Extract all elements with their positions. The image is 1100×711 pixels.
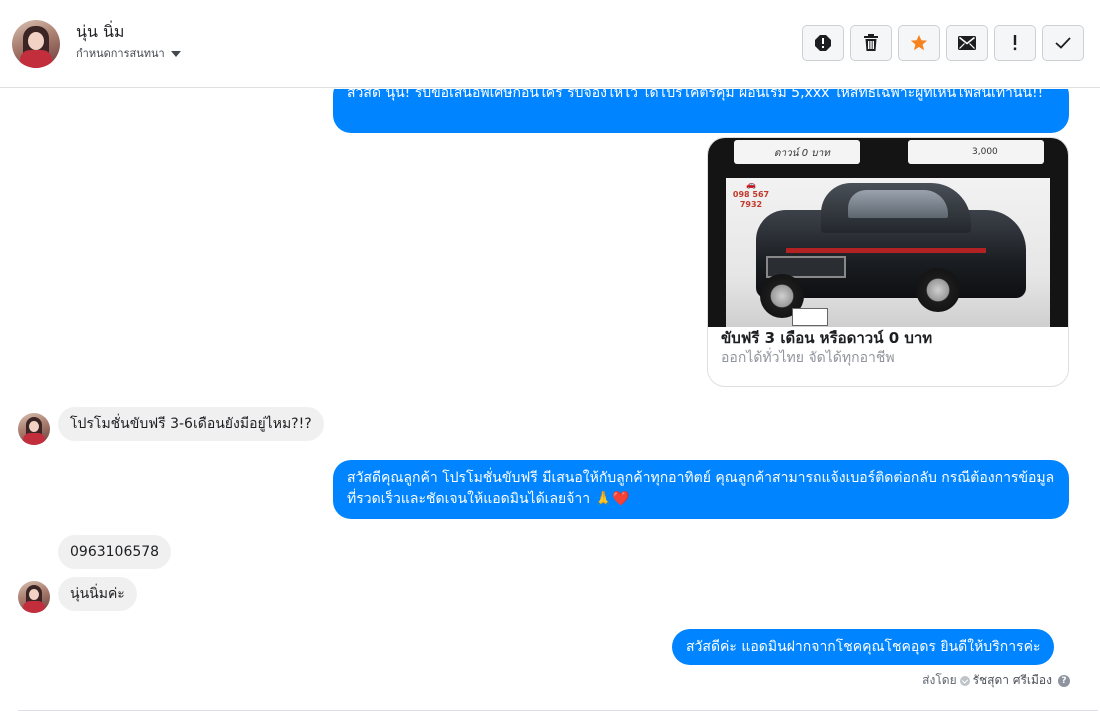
outgoing-message: สวัสดีค่ะ แอดมินฝากจากโชคคุณโชคอุดร ยินด… xyxy=(672,629,1055,665)
rear-wheel-shape xyxy=(916,268,960,312)
sent-by-info: ส่งโดย รัชสุดา ศรีเมือง ? xyxy=(922,671,1070,690)
ad-card-subtitle: ออกได้ทั่วไทย จัดได้ทุกอาชีพ xyxy=(721,350,895,366)
mark-unread-button[interactable] xyxy=(946,25,988,61)
star-button[interactable] xyxy=(898,25,940,61)
delete-button[interactable] xyxy=(850,25,892,61)
message-thread[interactable]: สวัสดี นุ่น! รับข้อเสนอพิเศษก่อนใคร รับจ… xyxy=(0,89,1100,711)
sender-name: รัชสุดา ศรีเมือง xyxy=(972,673,1052,687)
incoming-message-phone: 0963106578 xyxy=(58,535,172,569)
checkmark-icon xyxy=(1055,37,1071,49)
mark-spam-button[interactable] xyxy=(802,25,844,61)
exclamation-icon xyxy=(1013,35,1017,51)
contact-avatar-small[interactable] xyxy=(18,581,50,613)
conversation-header: นุ่น นิ่ม กำหนดการสนทนา xyxy=(0,0,1100,88)
ad-card[interactable]: ดาวน์ 0 บาท 3,000 🚗 098 567 7932 ขับฟรี 3… xyxy=(707,137,1069,387)
sent-by-label: ส่งโดย xyxy=(922,673,957,687)
image-phone-number: 098 567 7932 xyxy=(732,190,770,209)
conversation-actions xyxy=(802,25,1084,61)
ad-card-title: ขับฟรี 3 เดือน หรือดาวน์ 0 บาท xyxy=(721,329,933,347)
ad-card-image[interactable]: ดาวน์ 0 บาท 3,000 🚗 098 567 7932 xyxy=(708,138,1068,327)
license-plate-shape xyxy=(792,308,828,326)
truck-window-shape xyxy=(848,190,948,218)
caret-down-icon xyxy=(170,51,181,57)
contact-avatar[interactable] xyxy=(12,20,60,68)
pickup-truck-photo: 🚗 098 567 7932 xyxy=(726,178,1050,327)
help-icon[interactable]: ? xyxy=(1058,674,1070,687)
contact-avatar-small[interactable] xyxy=(18,413,50,445)
image-tag-price: 3,000 xyxy=(908,140,1044,164)
report-spam-icon xyxy=(815,35,831,51)
sent-check-icon xyxy=(959,675,970,686)
trash-icon xyxy=(864,34,878,51)
incoming-message: นุ่นนิ่มค่ะ xyxy=(58,577,137,611)
assign-conversation-label: กำหนดการสนทนา xyxy=(76,47,165,60)
contact-name[interactable]: นุ่น นิ่ม xyxy=(76,20,124,45)
star-icon xyxy=(910,34,928,51)
truck-stripe-shape xyxy=(786,248,986,253)
assign-conversation-dropdown[interactable]: กำหนดการสนทนา xyxy=(76,44,181,62)
incoming-message: โปรโมชั่นขับฟรี 3-6เดือนยังมีอยู่ไหม?!? xyxy=(58,407,324,441)
follow-up-button[interactable] xyxy=(994,25,1036,61)
messenger-conversation-view: นุ่น นิ่ม กำหนดการสนทนา สวัสดี นุ่น! รับ… xyxy=(0,0,1100,711)
outgoing-message: สวัสดี นุ่น! รับข้อเสนอพิเศษก่อนใคร รับจ… xyxy=(333,89,1069,133)
image-tag-down-payment: ดาวน์ 0 บาท xyxy=(734,140,860,164)
dealer-logo: 🚗 098 567 7932 xyxy=(732,180,770,209)
outgoing-message: สวัสดีคุณลูกค้า โปรโมชั่นขับฟรี มีเสนอให… xyxy=(333,460,1069,519)
envelope-icon xyxy=(958,36,976,50)
mark-done-button[interactable] xyxy=(1042,25,1084,61)
